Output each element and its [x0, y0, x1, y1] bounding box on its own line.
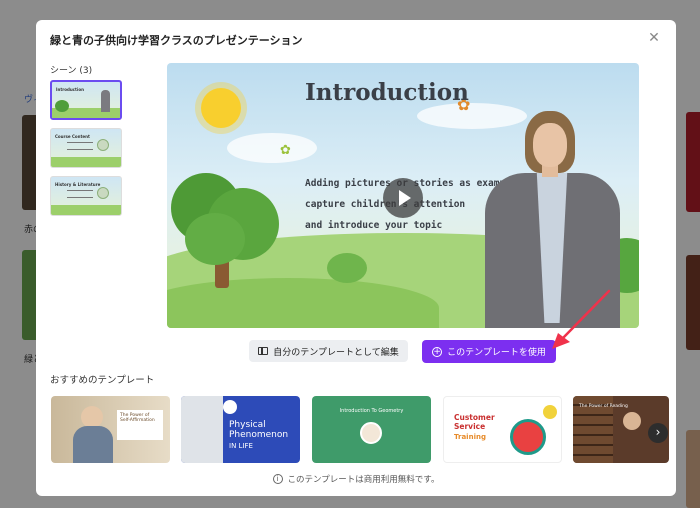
tree-crown — [185, 213, 245, 265]
template-subtitle: Training — [454, 433, 486, 441]
template-title: Customer Service — [454, 413, 495, 431]
modal-title: 緑と青の子供向け学習クラスのプレゼンテーション — [50, 34, 303, 47]
use-button-label: このテンプレートを使用 — [447, 348, 546, 358]
avatar — [360, 422, 382, 444]
text-lines-shape — [67, 142, 93, 150]
edit-template-icon — [258, 347, 269, 355]
butterfly-icon: ✿ — [280, 143, 291, 158]
avatar — [510, 419, 546, 455]
template-title: The Power of Self-Affirmation — [117, 410, 163, 440]
scene-thumb-3[interactable]: History & Literature — [50, 176, 122, 216]
presenter-face — [81, 406, 103, 428]
template-subtitle: IN LIFE — [229, 442, 253, 450]
commercial-use-text: このテンプレートは商用利用無料です。 — [287, 475, 440, 485]
scene-title: History & Literature — [55, 182, 101, 187]
template-title: The Power of Reading — [579, 404, 628, 409]
recommended-template-3[interactable]: Introduction To Geometry — [312, 396, 431, 463]
next-arrow-icon[interactable]: › — [648, 423, 668, 443]
presenter-body — [73, 426, 113, 463]
bush-shape — [327, 253, 367, 283]
template-title: Introduction To Geometry — [339, 408, 404, 414]
recommended-label: おすすめのテンプレート — [50, 375, 155, 386]
template-title: Physical Phenomenon — [229, 420, 289, 440]
scene-title: Course Content — [55, 134, 90, 139]
portrait-circle — [97, 187, 109, 199]
presenter-avatar — [485, 111, 620, 328]
portrait-circle — [97, 139, 109, 151]
presenter-face — [623, 412, 641, 430]
recommended-template-1[interactable]: The Power of Self-Affirmation — [51, 396, 170, 463]
scene-thumb-1[interactable]: Introduction — [50, 80, 122, 120]
avatar — [223, 400, 237, 414]
presenter-shape — [101, 90, 110, 112]
plus-circle-icon: + — [432, 346, 443, 357]
recommended-template-4[interactable]: Customer Service Training — [443, 396, 562, 463]
scene-thumb-2[interactable]: Course Content — [50, 128, 122, 168]
sun-icon — [201, 88, 241, 128]
text-lines-shape — [67, 190, 93, 198]
edit-button-label: 自分のテンプレートとして編集 — [273, 347, 399, 358]
cloud-shape — [227, 133, 317, 163]
play-icon[interactable] — [383, 178, 423, 218]
close-icon[interactable]: ✕ — [646, 30, 662, 46]
recommended-template-2[interactable]: Physical Phenomenon IN LIFE — [181, 396, 300, 463]
grass-shape — [51, 157, 121, 167]
edit-as-my-template-button[interactable]: 自分のテンプレートとして編集 — [249, 340, 408, 362]
scenes-label: シーン (3) — [50, 66, 93, 76]
decoration-circle — [543, 405, 557, 419]
use-template-button[interactable]: + このテンプレートを使用 — [422, 340, 556, 363]
slide-preview[interactable]: ✿ ✿ Introduction Adding pictures or stor… — [167, 63, 639, 328]
tree-shape — [55, 100, 69, 112]
template-preview-modal: 緑と青の子供向け学習クラスのプレゼンテーション ✕ シーン (3) Introd… — [36, 20, 676, 496]
scene-title: Introduction — [56, 87, 84, 92]
slide-title: Introduction — [305, 79, 469, 106]
commercial-use-note: i このテンプレートは商用利用無料です。 — [36, 473, 676, 485]
presenter-face — [533, 123, 567, 167]
pendulum-image — [181, 396, 223, 463]
grass-shape — [51, 205, 121, 215]
info-icon: i — [272, 474, 283, 484]
